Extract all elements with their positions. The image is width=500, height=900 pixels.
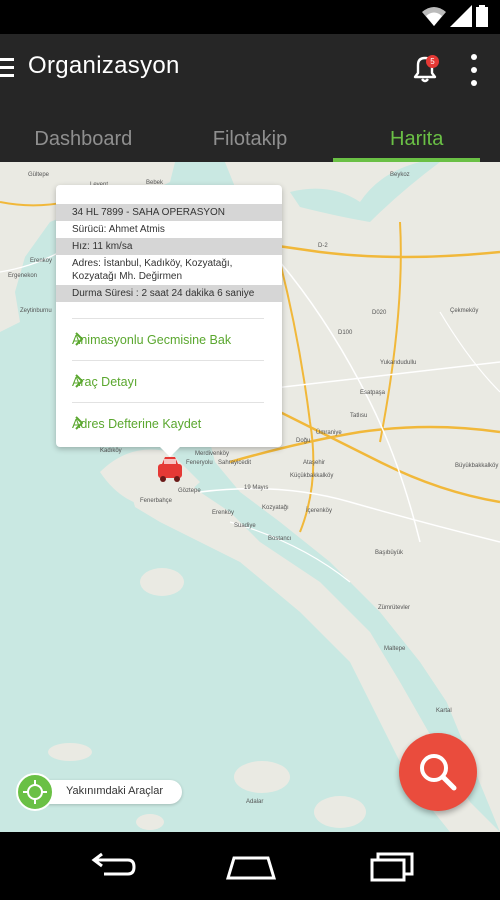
wifi-icon: [422, 7, 446, 26]
vehicle-address: Adres: İstanbul, Kadıköy, Kozyatağı, Koz…: [56, 255, 282, 285]
vehicle-detail-button[interactable]: Araç Detayı: [72, 360, 264, 402]
vehicle-address-line2: Kozyatağı Mh. Değirmen: [72, 271, 183, 282]
map-label: Yukarıdudullu: [380, 360, 416, 366]
vehicle-info-popup: 34 HL 7899 - SAHA OPERASYON Sürücü: Ahme…: [56, 185, 282, 457]
map-label: Esatpaşa: [360, 390, 386, 396]
notification-badge: 5: [426, 55, 439, 68]
map-label: İçerenköy: [306, 507, 332, 514]
back-icon[interactable]: [88, 850, 136, 882]
map-label: D-2: [318, 243, 328, 249]
nearby-label: Yakınımdaki Araçlar: [66, 785, 164, 797]
system-nav-bar: [0, 832, 500, 900]
action-label: Animasyonlu Gecmisine Bak: [72, 332, 232, 347]
chevron-right-icon: [75, 332, 84, 346]
map-label: Fenerbahçe: [140, 498, 173, 504]
map-label: Suadiye: [234, 523, 256, 529]
app-bar: Organizasyon 5: [0, 34, 500, 106]
map-label: Merdivenköy: [195, 451, 229, 457]
recent-apps-icon[interactable]: [368, 850, 416, 882]
nearby-pill: Yakınımdaki Araçlar: [36, 780, 182, 804]
map-view[interactable]: Gültepe Bebek Levent Beykoz Zeytinburnu …: [0, 162, 500, 832]
more-vertical-icon[interactable]: [468, 54, 480, 86]
hamburger-menu-icon[interactable]: [0, 58, 14, 78]
chevron-right-icon: [75, 374, 84, 388]
vehicle-info: 34 HL 7899 - SAHA OPERASYON Sürücü: Ahme…: [56, 185, 282, 302]
app-title: Organizasyon: [28, 52, 180, 79]
vehicle-stop-duration: Durma Süresi : 2 saat 24 dakika 6 saniye: [56, 285, 282, 302]
map-label: Ümraniye: [316, 429, 342, 436]
map-label: Maltepe: [384, 646, 406, 652]
search-icon: [420, 754, 457, 791]
map-label: 19 Mayıs: [244, 485, 268, 491]
map-label: Beykoz: [390, 172, 410, 178]
map-label: Erenköy: [212, 510, 234, 516]
tab-dashboard[interactable]: Dashboard: [0, 106, 167, 162]
home-icon[interactable]: [224, 850, 278, 882]
battery-icon: [476, 5, 488, 27]
popup-actions: Animasyonlu Gecmisine Bak Araç Detayı Ad…: [72, 318, 264, 444]
locate-icon: [23, 780, 47, 804]
map-label: Bostancı: [268, 536, 292, 542]
map-label: Gültepe: [28, 172, 50, 178]
map-label: D100: [338, 330, 353, 336]
map-label: Kartal: [436, 708, 452, 714]
vehicle-plate: 34 HL 7899 - SAHA OPERASYON: [56, 204, 282, 221]
map-label: Ergenekon: [8, 273, 37, 279]
tab-bar: Dashboard Filotakip Harita: [0, 106, 500, 162]
map-label: Ataşehir: [303, 460, 325, 466]
tab-harita[interactable]: Harita: [333, 106, 500, 162]
vehicle-speed: Hız: 11 km/sa: [56, 238, 282, 255]
map-label: Feneryolu: [186, 460, 213, 466]
map-label: Sahrayicedit: [218, 460, 251, 466]
map-label: D020: [372, 310, 387, 316]
animated-history-button[interactable]: Animasyonlu Gecmisine Bak: [72, 318, 264, 360]
vehicle-address-line1: Adres: İstanbul, Kadıköy, Kozyatağı,: [72, 258, 233, 269]
action-label: Adres Defterine Kaydet: [72, 416, 202, 431]
status-bar: [0, 0, 500, 34]
chevron-right-icon: [75, 416, 84, 430]
save-address-button[interactable]: Adres Defterine Kaydet: [72, 402, 264, 444]
map-label: Küçükbakkalköy: [290, 473, 333, 479]
map-label: Zeytinburnu: [20, 308, 52, 314]
map-label: Kadıköy: [100, 448, 122, 454]
map-label: Çekmeköy: [450, 308, 478, 314]
map-label: Doğu: [296, 438, 310, 444]
search-button[interactable]: [399, 733, 477, 811]
tab-filotakip[interactable]: Filotakip: [167, 106, 334, 162]
map-label: Göztepe: [178, 488, 201, 494]
map-label: Büyükbakkalköy: [455, 463, 498, 469]
vehicle-driver: Sürücü: Ahmet Atmis: [72, 224, 165, 235]
notifications-button[interactable]: 5: [408, 52, 442, 86]
signal-icon: [450, 5, 472, 27]
locate-button[interactable]: [16, 773, 54, 811]
map-label: Başıbüyük: [375, 550, 404, 556]
map-label: Zümrütevler: [378, 605, 410, 611]
map-label: Kozyatağı: [262, 505, 289, 511]
map-label: Adalar: [246, 799, 263, 805]
map-label: Erenkoy: [30, 258, 52, 264]
map-label: Tatlısu: [350, 413, 367, 419]
status-icons: [422, 5, 488, 27]
nearby-vehicles-button[interactable]: Yakınımdaki Araçlar: [16, 773, 182, 811]
